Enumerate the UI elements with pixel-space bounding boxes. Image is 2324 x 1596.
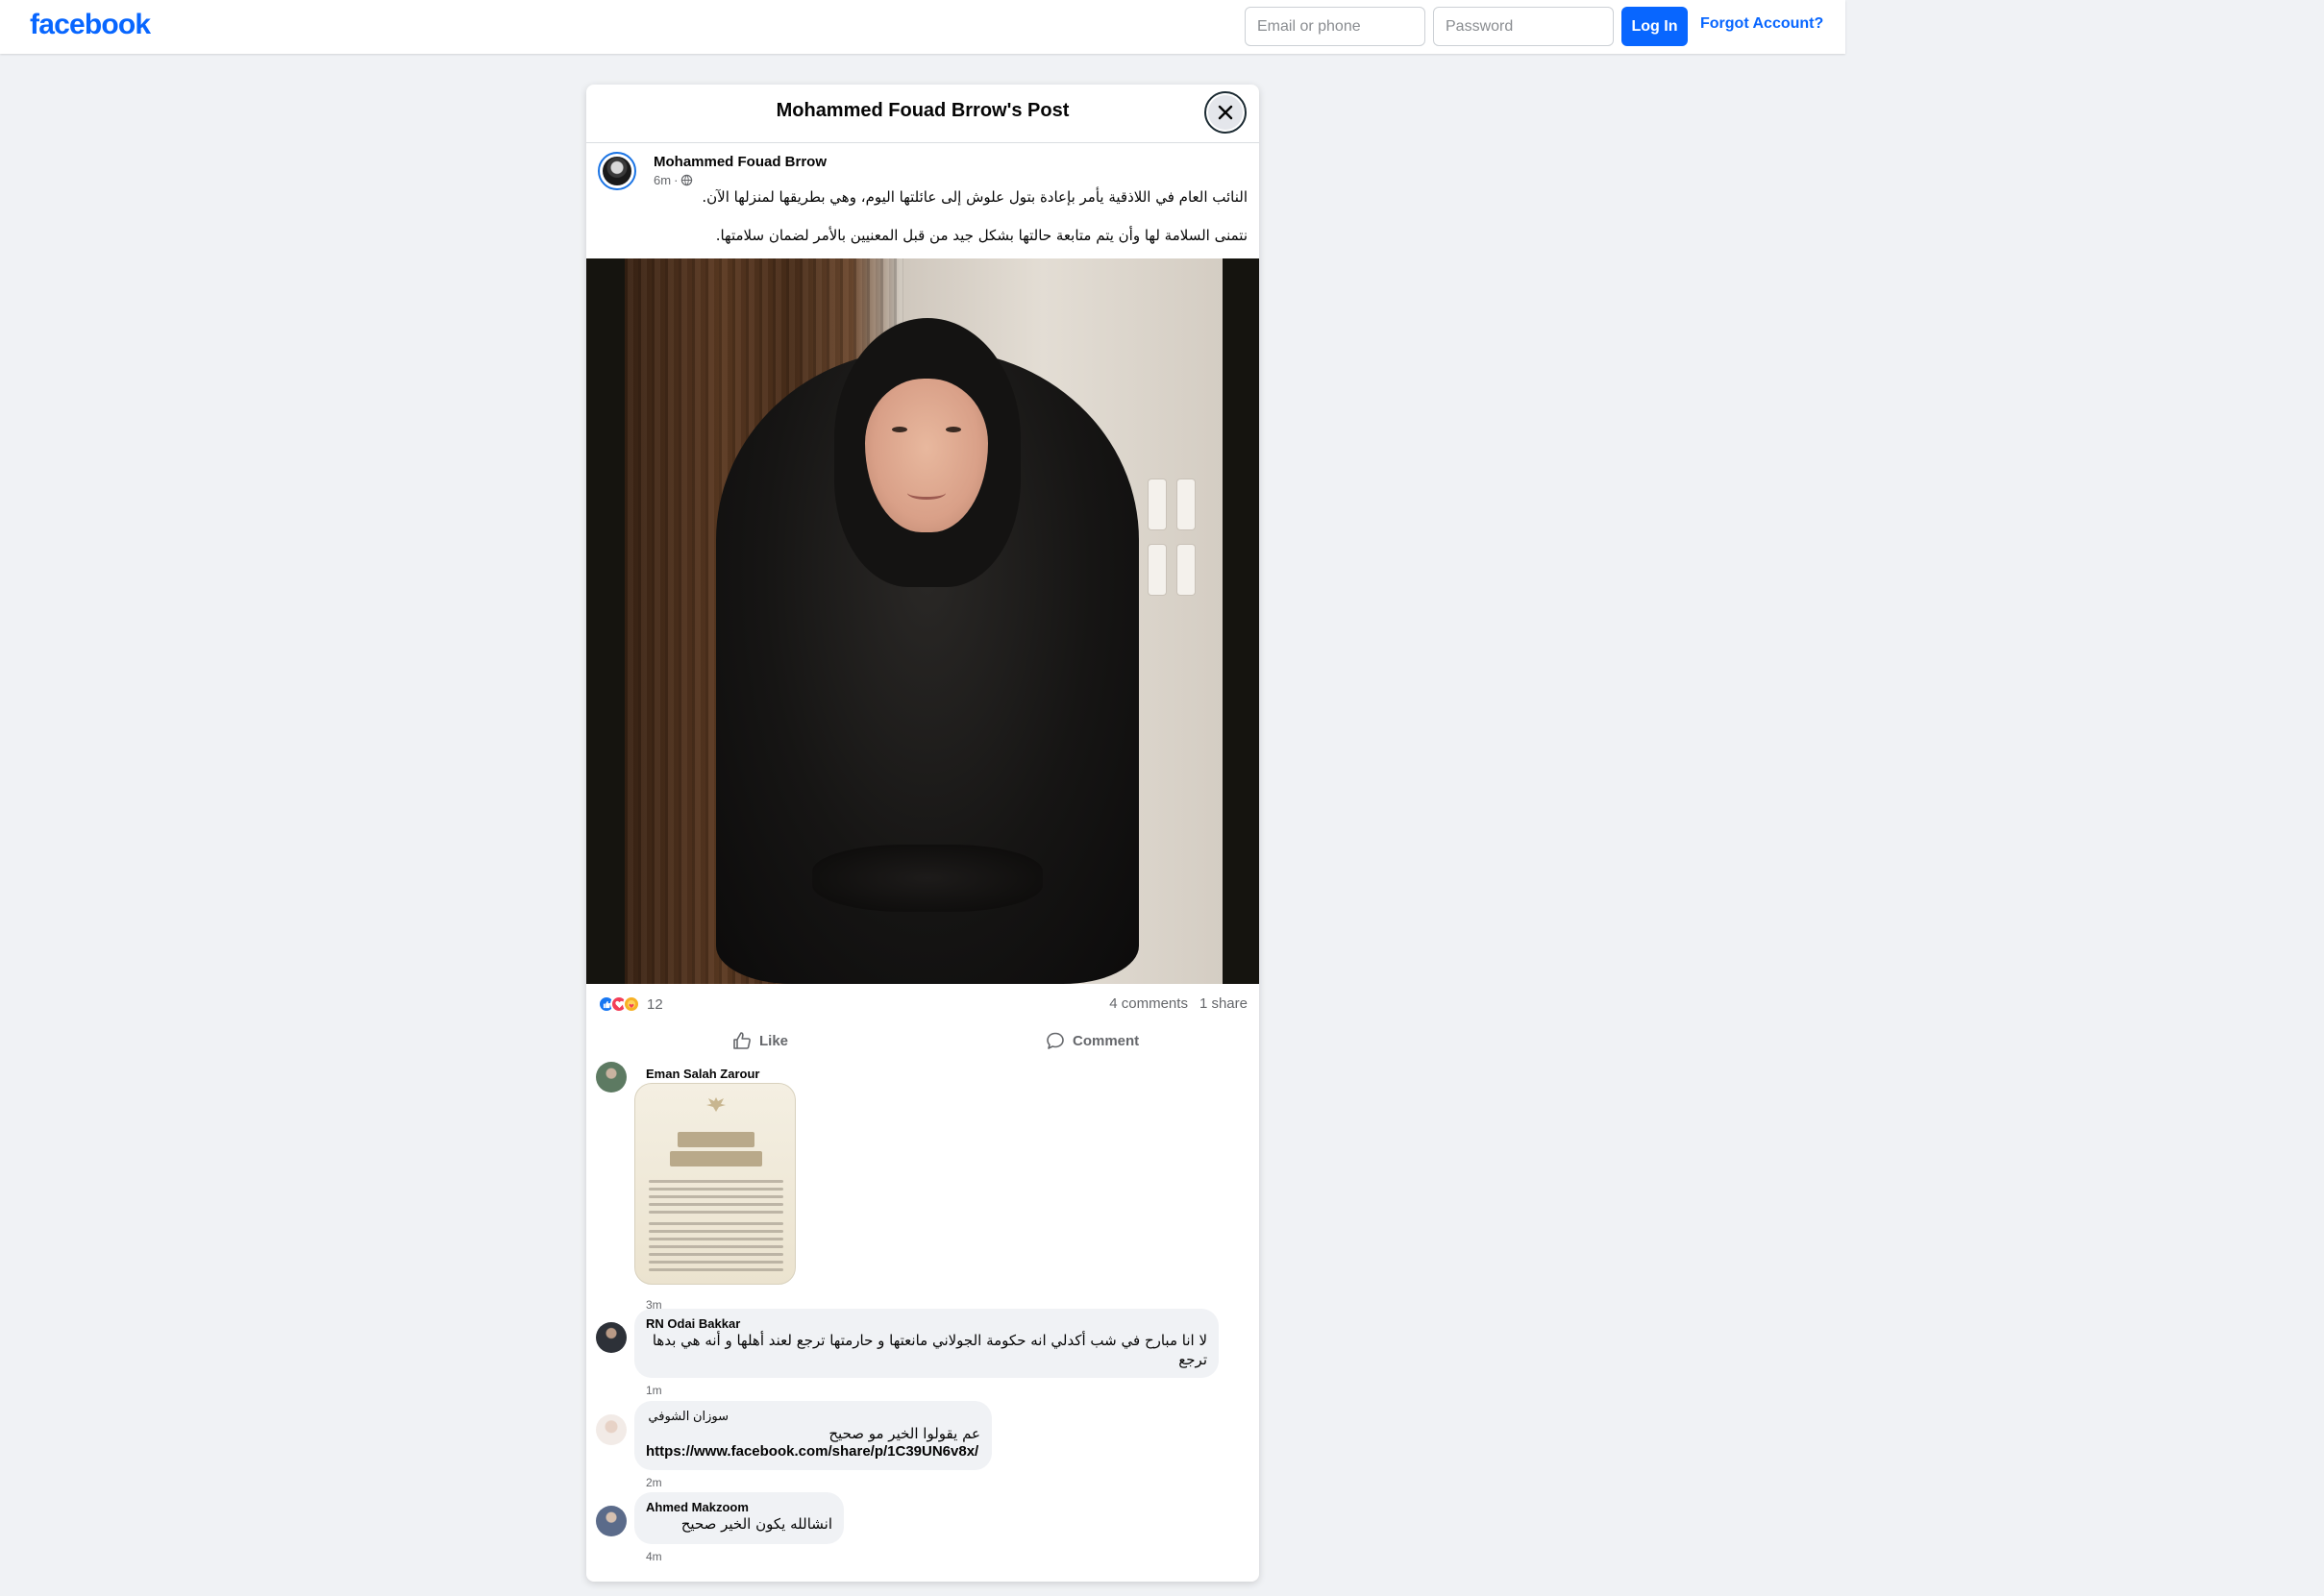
reactions-summary[interactable]: 12 <box>598 994 663 1015</box>
comment-bubble-icon <box>1047 1032 1064 1049</box>
comment-bubble: Ahmed Makzoom انشالله يكون الخير صحيح <box>634 1492 844 1544</box>
document-text-line <box>649 1230 783 1233</box>
commenter-name[interactable]: Ahmed Makzoom <box>646 1500 832 1514</box>
shares-count[interactable]: 1 share <box>1199 995 1248 1012</box>
document-text-line <box>649 1245 783 1248</box>
email-field[interactable] <box>1245 7 1425 46</box>
document-text-line <box>649 1203 783 1206</box>
comment-link[interactable]: https://www.facebook.com/share/p/1C39UN6… <box>646 1443 980 1460</box>
folded-hands <box>812 845 1043 912</box>
top-navigation-bar: facebook Log In Forgot Account? <box>0 0 1845 54</box>
comment-timestamp[interactable]: 2m <box>646 1476 662 1489</box>
document-text-line <box>649 1180 783 1183</box>
comment-bubble: سوزان الشوفي عم يقولوا الخير مو صحيح htt… <box>634 1401 992 1470</box>
facebook-logo[interactable]: facebook <box>30 9 151 41</box>
document-text-line <box>649 1222 783 1225</box>
document-heading-band <box>678 1132 754 1147</box>
comment-timestamp[interactable]: 4m <box>646 1550 662 1563</box>
post-dialog: Mohammed Fouad Brrow's Post Mohammed Fou… <box>586 85 1259 1582</box>
forgot-account-link[interactable]: Forgot Account? <box>1700 15 1823 33</box>
commenter-avatar[interactable] <box>596 1322 627 1353</box>
emblem-icon <box>706 1097 726 1112</box>
document-text-line <box>649 1195 783 1198</box>
close-button[interactable] <box>1204 91 1247 134</box>
comment-image-attachment[interactable] <box>634 1083 796 1285</box>
wall-switch <box>1149 479 1166 529</box>
document-text-line <box>649 1238 783 1240</box>
commenter-name[interactable]: Eman Salah Zarour <box>646 1067 759 1081</box>
comment-timestamp[interactable]: 1m <box>646 1384 662 1397</box>
dialog-header: Mohammed Fouad Brrow's Post <box>586 85 1259 143</box>
comment-text: لا انا مبارح في شب أكدلي انه حكومة الجول… <box>652 1332 1207 1368</box>
post-paragraph: نتمنى السلامة لها وأن يتم متابعة حالتها … <box>715 227 1248 244</box>
comment-text: انشالله يكون الخير صحيح <box>680 1515 832 1533</box>
commenter-avatar[interactable] <box>596 1414 627 1445</box>
care-reaction-icon <box>623 995 640 1013</box>
document-text-line <box>649 1268 783 1271</box>
comment-button[interactable]: Comment <box>1046 1021 1139 1060</box>
eye <box>946 427 961 432</box>
avatar-photo <box>603 157 631 185</box>
comment-item: RN Odai Bakkar لا انا مبارح في شب أكدلي … <box>596 1309 1249 1409</box>
comments-count[interactable]: 4 comments <box>1109 995 1188 1012</box>
like-button[interactable]: Like <box>732 1021 788 1060</box>
meta-separator: · <box>674 173 679 187</box>
comment-item: Eman Salah Zarour 3m <box>596 1062 884 1329</box>
smile <box>907 486 946 500</box>
comment-label: Comment <box>1073 1032 1140 1049</box>
post-meta: 6m · <box>654 173 693 187</box>
document-text-line <box>649 1253 783 1256</box>
comment-item: سوزان الشوفي عم يقولوا الخير مو صحيح htt… <box>596 1401 1249 1501</box>
document-text-line <box>649 1261 783 1264</box>
commenter-avatar[interactable] <box>596 1506 627 1536</box>
author-avatar[interactable] <box>598 152 636 190</box>
commenter-avatar[interactable] <box>596 1062 627 1093</box>
post-photo[interactable] <box>586 258 1259 984</box>
comment-bubble: RN Odai Bakkar لا انا مبارح في شب أكدلي … <box>634 1309 1219 1378</box>
document-text-line <box>649 1188 783 1191</box>
post-timestamp[interactable]: 6m <box>654 173 671 187</box>
thumbs-up-icon <box>733 1032 751 1049</box>
close-icon <box>1218 105 1233 120</box>
post-paragraph: النائب العام في اللاذقية يأمر بإعادة بتو… <box>702 188 1248 206</box>
dialog-title: Mohammed Fouad Brrow's Post <box>776 100 1070 121</box>
password-field[interactable] <box>1433 7 1614 46</box>
post-message: النائب العام في اللاذقية يأمر بإعادة بتو… <box>598 187 1248 264</box>
photo-content <box>625 258 1223 984</box>
wall-switch <box>1177 545 1195 595</box>
commenter-name[interactable]: سوزان الشوفي <box>646 1409 980 1424</box>
engagement-counts: 4 comments 1 share <box>1109 995 1248 1012</box>
reaction-count: 12 <box>647 995 663 1013</box>
wall-switch <box>1149 545 1166 595</box>
document-heading-band <box>670 1151 762 1166</box>
globe-icon <box>681 174 693 186</box>
login-button[interactable]: Log In <box>1621 7 1688 46</box>
author-name[interactable]: Mohammed Fouad Brrow <box>654 154 827 170</box>
wall-switch <box>1177 479 1195 529</box>
post-author-row: Mohammed Fouad Brrow 6m · <box>598 152 1248 190</box>
like-label: Like <box>759 1032 789 1049</box>
comment-text: عم يقولوا الخير مو صحيح <box>828 1425 980 1442</box>
eye <box>892 427 907 432</box>
post-actions: Like Comment <box>598 1021 1248 1060</box>
document-text-line <box>649 1211 783 1214</box>
comment-item: Ahmed Makzoom انشالله يكون الخير صحيح 4m <box>596 1492 1249 1573</box>
commenter-name[interactable]: RN Odai Bakkar <box>646 1316 1207 1331</box>
